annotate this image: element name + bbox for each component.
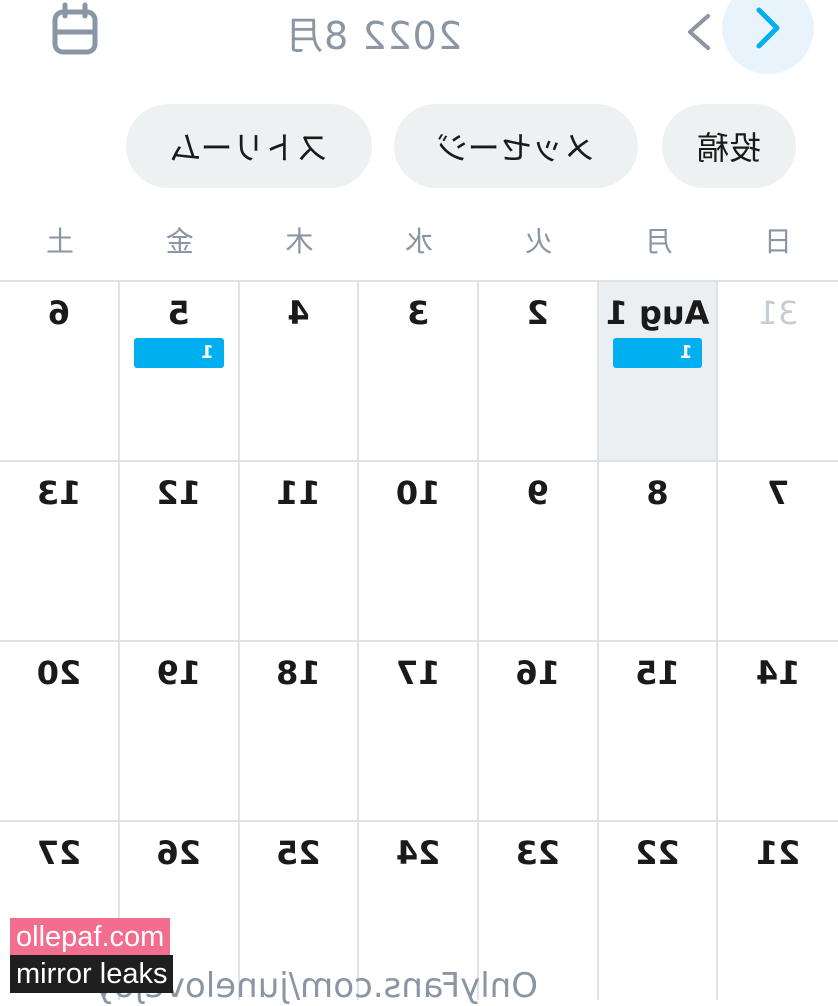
day-number: 20 <box>36 654 82 692</box>
calendar-icon[interactable] <box>47 2 103 58</box>
day-cell[interactable]: 31 <box>718 282 838 460</box>
month-title: 2022 8月 <box>284 13 462 58</box>
day-number: 9 <box>526 474 549 512</box>
day-number: 26 <box>156 834 201 872</box>
chip-messages[interactable]: メッセージ <box>394 104 638 188</box>
chevron-left-icon <box>756 7 780 49</box>
day-cell[interactable]: Aug 1 1 <box>598 282 719 460</box>
day-cell[interactable]: 7 <box>718 462 838 640</box>
watermark-line1: ollepaf.com <box>10 918 171 956</box>
day-cell[interactable]: 8 <box>598 462 719 640</box>
previous-month-button[interactable] <box>722 0 814 74</box>
calendar-week-row: 14 15 16 17 18 19 20 <box>0 640 838 820</box>
day-cell[interactable]: 19 <box>119 642 240 820</box>
day-cell[interactable]: 17 <box>359 642 479 820</box>
day-cell[interactable]: 22 <box>598 822 719 1000</box>
day-cell[interactable]: 11 <box>239 462 360 640</box>
day-number: 31 <box>757 294 799 332</box>
event-count-badge[interactable]: 1 <box>133 338 224 368</box>
weekday-label: 金 <box>165 225 194 258</box>
mirrored-calendar-view: 2022 8月 投稿 メッセージ ストリーム 日 月 火 水 木 金 土 31 A… <box>0 0 838 1006</box>
day-cell[interactable]: 3 <box>359 282 479 460</box>
weekday-label: 月 <box>644 225 673 258</box>
chevron-right-icon <box>688 14 710 50</box>
day-number: 2 <box>526 294 549 332</box>
day-number: 6 <box>47 294 71 332</box>
day-cell[interactable]: 21 <box>718 822 838 1000</box>
day-cell[interactable]: 15 <box>598 642 719 820</box>
chip-posts[interactable]: 投稿 <box>662 104 796 188</box>
filter-chips: 投稿 メッセージ ストリーム <box>0 104 838 188</box>
day-number: 25 <box>276 834 321 872</box>
day-number: 18 <box>276 654 321 692</box>
watermark-line2: mirror leaks <box>10 955 174 993</box>
day-number: 19 <box>156 654 201 692</box>
day-number: 10 <box>395 474 441 512</box>
calendar-week-row: 31 Aug 11234516 <box>0 280 838 460</box>
day-cell[interactable]: 4 <box>239 282 360 460</box>
day-number: 16 <box>515 654 561 692</box>
day-number: 17 <box>395 654 441 692</box>
day-number: 5 <box>167 294 190 332</box>
day-cell[interactable]: 14 <box>718 642 838 820</box>
day-cell[interactable]: 2 <box>478 282 599 460</box>
day-number: 3 <box>406 294 430 332</box>
day-number: Aug 1 <box>605 294 710 332</box>
day-number: 7 <box>767 474 790 512</box>
calendar-week-row: 7 8 9 10 11 12 13 <box>0 460 838 640</box>
weekday-label: 水 <box>405 225 434 258</box>
calendar-grid: 31 Aug 1 1 2 3 4 5 1 6 7 8 9 10 11 12 13 14 15 16 17 18 19 20 2… <box>0 280 838 1000</box>
next-month-button[interactable] <box>675 8 723 56</box>
day-number: 27 <box>36 834 82 872</box>
day-number: 11 <box>276 474 321 512</box>
day-cell[interactable]: 6 <box>0 282 120 460</box>
day-cell[interactable]: 51 <box>119 282 240 460</box>
day-number: 15 <box>635 654 680 692</box>
weekday-header: 日 月 火 水 木 金 土 <box>0 210 838 274</box>
chip-streams[interactable]: ストリーム <box>126 104 372 188</box>
day-number: 24 <box>395 834 441 872</box>
weekday-label: 火 <box>524 225 553 258</box>
day-number: 23 <box>515 834 561 872</box>
day-number: 13 <box>36 474 82 512</box>
day-cell[interactable]: 16 <box>478 642 599 820</box>
day-cell[interactable]: 9 <box>478 462 599 640</box>
weekday-label: 木 <box>285 225 314 258</box>
day-number: 8 <box>646 474 669 512</box>
day-number: 12 <box>156 474 201 512</box>
day-cell[interactable]: 13 <box>0 462 120 640</box>
day-number: 21 <box>755 834 801 872</box>
day-cell[interactable]: 18 <box>239 642 360 820</box>
calendar-header: 2022 8月 <box>0 0 838 90</box>
day-number: 14 <box>755 654 801 692</box>
day-number: 22 <box>635 834 680 872</box>
day-number: 4 <box>287 294 310 332</box>
event-count-badge[interactable]: 1 <box>612 338 703 368</box>
day-cell[interactable]: 12 <box>119 462 240 640</box>
day-cell[interactable]: 20 <box>0 642 120 820</box>
weekday-label: 土 <box>46 225 75 258</box>
day-cell[interactable]: 10 <box>359 462 479 640</box>
weekday-label: 日 <box>764 225 793 258</box>
